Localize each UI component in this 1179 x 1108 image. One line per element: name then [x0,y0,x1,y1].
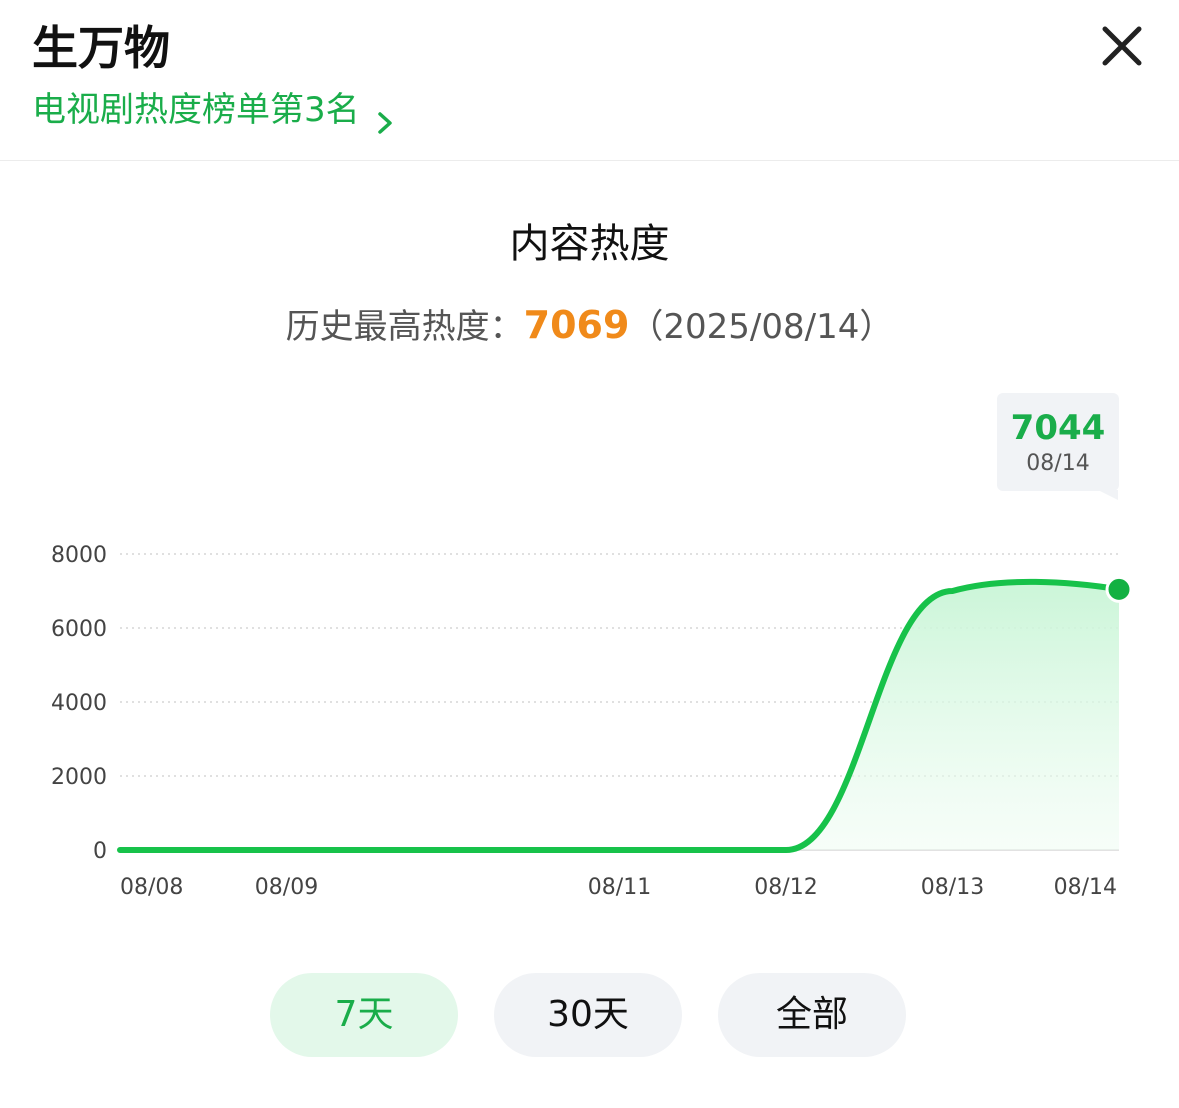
tooltip-pointer [1098,490,1118,500]
x-tick-label: 08/14 [1054,875,1117,900]
bottom-sheet: 生万物 电视剧热度榜单第3名 内容热度 历史最高热度：7069（2025/08/… [0,0,1179,1108]
y-tick-label: 8000 [51,543,107,568]
range-tab-0[interactable]: 7天 [270,973,458,1057]
range-tab-1[interactable]: 30天 [494,973,682,1057]
chevron-right-icon [374,99,396,134]
rank-link[interactable]: 电视剧热度榜单第3名 [32,86,396,134]
y-tick-label: 6000 [51,617,107,642]
tooltip-value: 7044 [1010,408,1106,448]
peak-label: 历史最高热度： [285,307,524,347]
x-tick-label: 08/08 [120,875,183,900]
y-tick-label: 2000 [51,765,107,790]
y-tick-label: 0 [93,839,107,864]
range-tab-2[interactable]: 全部 [718,973,906,1057]
tooltip-date: 08/14 [1026,451,1090,476]
close-button[interactable] [1096,20,1148,72]
close-icon [1102,26,1142,66]
chart-tooltip: 7044 08/14 [997,393,1119,491]
x-tick-label: 08/13 [921,875,984,900]
peak-value: 7069 [523,303,630,347]
x-tick-label: 08/09 [255,875,318,900]
x-tick-label: 08/12 [754,875,817,900]
peak-heat-line: 历史最高热度：7069（2025/08/14） [0,300,1179,352]
sheet-header: 生万物 电视剧热度榜单第3名 [0,0,1179,161]
y-tick-label: 4000 [51,691,107,716]
highlight-point [1105,575,1133,603]
peak-date: （2025/08/14） [629,307,894,347]
x-tick-label: 08/11 [588,875,651,900]
range-tabs: 7天 30天 全部 [270,973,906,1057]
page-title: 生万物 [32,21,170,75]
series-area [120,581,1119,850]
rank-link-label: 电视剧热度榜单第3名 [32,90,360,130]
section-title: 内容热度 [509,221,670,267]
